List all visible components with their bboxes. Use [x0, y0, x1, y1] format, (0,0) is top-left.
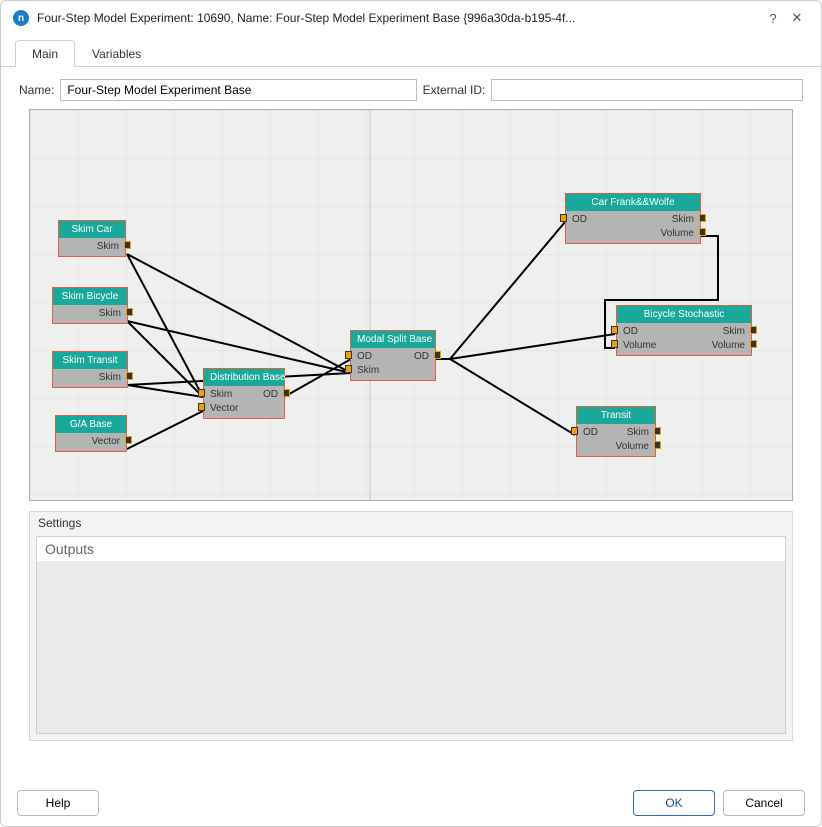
tabs: Main Variables	[1, 39, 821, 67]
node-modal-split-base[interactable]: Modal Split Base OD OD Skim	[350, 330, 436, 381]
name-input[interactable]	[60, 79, 416, 101]
node-transit[interactable]: Transit OD Skim Volume	[576, 406, 656, 457]
port-out-skim: Skim	[627, 426, 649, 440]
port-in-vector: Vector	[210, 402, 238, 416]
port-out-skim: Skim	[672, 213, 694, 227]
port-in-od: OD	[623, 325, 638, 339]
port-out-volume: Volume	[661, 227, 694, 241]
outputs-panel: Outputs	[36, 536, 786, 734]
port-handle-out[interactable]	[699, 228, 706, 236]
node-title: Skim Bicycle	[53, 288, 127, 305]
port-in-skim: Skim	[357, 364, 379, 378]
node-title: Distribution Base	[204, 369, 284, 386]
port-handle-in[interactable]	[611, 340, 618, 348]
port-out-volume: Volume	[616, 440, 649, 454]
port-in-od: OD	[572, 213, 587, 227]
node-title: Modal Split Base	[351, 331, 435, 348]
node-title: Transit	[577, 407, 655, 424]
port-out-skim: Skim	[723, 325, 745, 339]
help-button[interactable]: Help	[17, 790, 99, 816]
port-handle-out[interactable]	[434, 351, 441, 359]
app-icon: n	[13, 10, 29, 26]
node-title: Skim Car	[59, 221, 125, 238]
node-bicycle-stochastic[interactable]: Bicycle Stochastic OD Skim Volume Volume	[616, 305, 752, 356]
port-handle-in[interactable]	[198, 389, 205, 397]
port-handle-out[interactable]	[124, 241, 131, 249]
port-handle-out[interactable]	[654, 427, 661, 435]
settings-panel: Settings Outputs	[29, 511, 793, 741]
name-label: Name:	[19, 83, 54, 97]
node-skim-bicycle[interactable]: Skim Bicycle Skim	[52, 287, 128, 324]
port-out-skim: Skim	[99, 307, 121, 321]
ok-button[interactable]: OK	[633, 790, 715, 816]
close-icon[interactable]: ✕	[785, 10, 809, 26]
port-handle-in[interactable]	[345, 351, 352, 359]
port-handle-out[interactable]	[126, 308, 133, 316]
port-handle-in[interactable]	[571, 427, 578, 435]
node-title: Skim Transit	[53, 352, 127, 369]
port-handle-out[interactable]	[750, 326, 757, 334]
tab-main[interactable]: Main	[15, 40, 75, 67]
port-handle-out[interactable]	[699, 214, 706, 222]
node-distribution-base[interactable]: Distribution Base Skim OD Vector	[203, 368, 285, 419]
tab-variables[interactable]: Variables	[75, 40, 158, 67]
title-bar: n Four-Step Model Experiment: 10690, Nam…	[1, 1, 821, 35]
port-handle-in[interactable]	[560, 214, 567, 222]
external-id-label: External ID:	[423, 83, 486, 97]
node-skim-transit[interactable]: Skim Transit Skim	[52, 351, 128, 388]
window-title: Four-Step Model Experiment: 10690, Name:…	[37, 11, 761, 25]
port-handle-in[interactable]	[611, 326, 618, 334]
form-row: Name: External ID:	[1, 67, 821, 109]
node-skim-car[interactable]: Skim Car Skim	[58, 220, 126, 257]
settings-label: Settings	[30, 512, 792, 532]
diagram-canvas[interactable]: Skim Car Skim Skim Bicycle Skim Skim Tra…	[29, 109, 793, 501]
port-handle-out[interactable]	[283, 389, 290, 397]
port-out-vector: Vector	[92, 435, 120, 449]
port-handle-out[interactable]	[750, 340, 757, 348]
node-car-frank-wolfe[interactable]: Car Frank&&Wolfe OD Skim Volume	[565, 193, 701, 244]
port-out-od: OD	[414, 350, 429, 364]
port-handle-out[interactable]	[125, 436, 132, 444]
node-title: G/A Base	[56, 416, 126, 433]
port-out-volume: Volume	[712, 339, 745, 353]
port-in-skim: Skim	[210, 388, 232, 402]
button-row: Help OK Cancel	[1, 790, 821, 816]
port-out-skim: Skim	[97, 240, 119, 254]
port-out-od: OD	[263, 388, 278, 402]
port-handle-in[interactable]	[345, 365, 352, 373]
port-out-skim: Skim	[99, 371, 121, 385]
help-icon[interactable]: ?	[761, 11, 785, 26]
node-title: Car Frank&&Wolfe	[566, 194, 700, 211]
port-in-volume: Volume	[623, 339, 656, 353]
port-handle-out[interactable]	[654, 441, 661, 449]
outputs-header: Outputs	[37, 537, 785, 561]
port-in-od: OD	[357, 350, 372, 364]
cancel-button[interactable]: Cancel	[723, 790, 805, 816]
external-id-input[interactable]	[491, 79, 803, 101]
node-ga-base[interactable]: G/A Base Vector	[55, 415, 127, 452]
port-handle-out[interactable]	[126, 372, 133, 380]
port-handle-in[interactable]	[198, 403, 205, 411]
node-title: Bicycle Stochastic	[617, 306, 751, 323]
port-in-od: OD	[583, 426, 598, 440]
